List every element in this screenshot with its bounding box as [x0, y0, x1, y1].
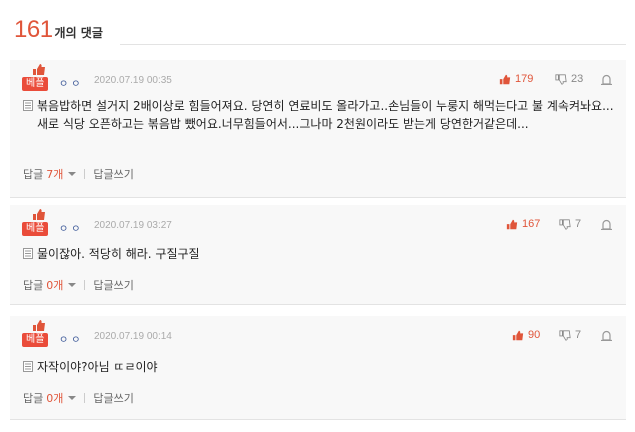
comment-author[interactable]: ㅇㅇ [59, 331, 83, 346]
chevron-down-icon [68, 396, 77, 400]
divider [84, 280, 86, 290]
reply-toggle[interactable]: 답글 7개 [23, 166, 77, 182]
comment-actions: 답글 0개 답글쓰기 [23, 277, 134, 293]
comment-date: 2020.07.19 00:35 [94, 75, 172, 86]
write-reply-link[interactable]: 답글쓰기 [93, 390, 133, 406]
comment-header: 161 개의 댓글 [14, 16, 103, 48]
comment-item: 베플 ㅇㅇ 2020.07.19 00:35 179 23 볶음밥하면 설거지 … [10, 60, 626, 198]
thumbs-up-icon [499, 74, 511, 84]
chevron-down-icon [68, 172, 77, 176]
comment-text: 볶음밥하면 설거지 2배이상로 힘들어져요. 당연히 연료비도 올라가고..손님… [37, 99, 614, 131]
like-button[interactable]: 167 [506, 218, 540, 230]
comment-divider [10, 304, 626, 305]
thumbs-up-icon [33, 64, 45, 75]
comment-count-label: 개의 댓글 [54, 26, 103, 40]
comment-author[interactable]: ㅇㅇ [59, 220, 83, 235]
reply-label: 답글 [23, 392, 44, 405]
divider [84, 393, 86, 403]
like-count: 179 [515, 73, 534, 85]
comment-divider [10, 419, 626, 420]
thumbs-down-icon [559, 329, 571, 341]
comment-text: 자작이야?아님 ㄸㄹ이야 [37, 360, 158, 374]
comment-body: 자작이야?아님 ㄸㄹ이야 [23, 358, 622, 376]
best-badge: 베플 [22, 77, 49, 91]
report-icon[interactable] [601, 73, 612, 85]
reply-label: 답글 [23, 168, 44, 181]
dislike-button[interactable]: 7 [559, 329, 581, 341]
document-icon [23, 361, 33, 372]
reply-count: 7개 [46, 168, 64, 181]
dislike-count: 7 [575, 218, 582, 230]
comment-divider [10, 197, 626, 198]
chevron-down-icon [68, 283, 77, 287]
report-icon[interactable] [601, 218, 612, 230]
best-badge: 베플 [22, 222, 49, 236]
best-badge: 베플 [22, 333, 49, 347]
comment-body: 볶음밥하면 설거지 2배이상로 힘들어져요. 당연히 연료비도 올라가고..손님… [23, 97, 622, 133]
dislike-count: 7 [575, 329, 582, 341]
dislike-button[interactable]: 7 [559, 218, 581, 230]
like-count: 167 [522, 218, 541, 230]
document-icon [23, 248, 33, 259]
reply-toggle[interactable]: 답글 0개 [23, 390, 77, 406]
thumbs-up-icon [506, 219, 518, 229]
thumbs-up-icon [512, 330, 524, 340]
thumbs-up-icon [33, 209, 45, 220]
dislike-button[interactable]: 23 [555, 73, 583, 85]
comment-date: 2020.07.19 00:14 [94, 331, 172, 342]
comment-item: 베플 ㅇㅇ 2020.07.19 03:27 167 7 물이잖아. 적당히 해… [10, 205, 626, 305]
like-button[interactable]: 179 [499, 73, 533, 85]
dislike-count: 23 [571, 73, 584, 85]
reply-label: 답글 [23, 279, 44, 292]
divider [84, 169, 86, 179]
comment-actions: 답글 7개 답글쓰기 [23, 166, 134, 182]
comment-author[interactable]: ㅇㅇ [59, 75, 83, 90]
reply-count: 0개 [46, 392, 64, 405]
comment-actions: 답글 0개 답글쓰기 [23, 390, 134, 406]
write-reply-link[interactable]: 답글쓰기 [93, 166, 133, 182]
header-divider [120, 44, 626, 45]
thumbs-down-icon [555, 73, 567, 85]
report-icon[interactable] [601, 329, 612, 341]
comment-item: 베플 ㅇㅇ 2020.07.19 00:14 90 7 자작이야?아님 ㄸㄹ이야… [10, 316, 626, 420]
reply-count: 0개 [46, 279, 64, 292]
thumbs-up-icon [33, 320, 45, 331]
comment-body: 물이잖아. 적당히 해라. 구질구질 [23, 245, 622, 263]
comment-text: 물이잖아. 적당히 해라. 구질구질 [37, 247, 200, 261]
write-reply-link[interactable]: 답글쓰기 [93, 277, 133, 293]
thumbs-down-icon [559, 218, 571, 230]
like-count: 90 [528, 329, 541, 341]
comment-date: 2020.07.19 03:27 [94, 220, 172, 231]
like-button[interactable]: 90 [512, 329, 540, 341]
comment-count: 161 [14, 16, 53, 43]
document-icon [23, 100, 33, 111]
reply-toggle[interactable]: 답글 0개 [23, 277, 77, 293]
